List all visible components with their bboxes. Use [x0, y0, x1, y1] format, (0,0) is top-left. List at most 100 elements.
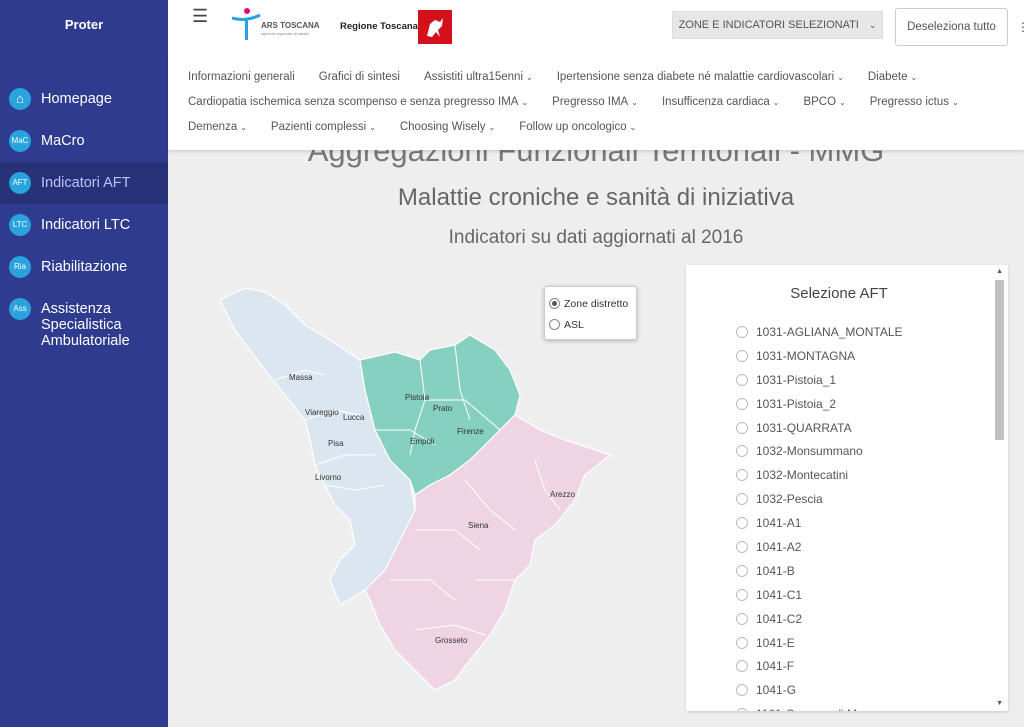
menu-item-ipertensione[interactable]: Ipertensione senza diabete né malattie c… — [557, 71, 844, 83]
chevron-down-icon: ⌄ — [369, 123, 376, 132]
sidebar-item-indicatori-ltc[interactable]: LTC Indicatori LTC — [0, 204, 168, 246]
chevron-down-icon: ⌄ — [629, 123, 637, 132]
scroll-up-icon[interactable]: ▲ — [996, 268, 1003, 275]
aft-option[interactable]: 1032-Montecatini — [736, 463, 903, 487]
map-layer-toggle: Zone distretto ASL — [544, 286, 637, 340]
aft-option-label: 1032-Monsummano — [756, 444, 863, 459]
aft-option[interactable]: 1041-E — [736, 631, 903, 655]
menu-item-cardiopatia[interactable]: Cardiopatia ischemica senza scompenso e … — [188, 96, 528, 108]
radio-unchecked-icon — [736, 493, 748, 506]
sidebar-item-label: Indicatori LTC — [41, 217, 131, 233]
aft-list: 1031-AGLIANA_MONTALE 1031-MONTAGNA 1031-Pi… — [736, 320, 903, 711]
aft-option-label: 1032-Pescia — [756, 492, 823, 507]
top-header: ☰ ARS TOSCANA agenzia regionale di sanit… — [168, 0, 1024, 58]
radio-unchecked-icon — [736, 325, 748, 338]
menu-item-choosing-wisely[interactable]: Choosing Wisely ⌄ — [400, 121, 495, 133]
map-label: Prato — [433, 404, 453, 413]
aft-option[interactable]: 1032-Monsummano — [736, 439, 903, 463]
sidebar-item-homepage[interactable]: ⌂ Homepage — [0, 78, 168, 120]
sidebar-item-macro[interactable]: MaC MaCro — [0, 120, 168, 162]
aft-option[interactable]: 1041-G — [736, 678, 903, 702]
radio-unchecked-icon — [736, 349, 748, 362]
radio-unchecked-icon — [736, 469, 748, 482]
regione-name: Regione Toscana — [340, 21, 418, 32]
aft-option[interactable]: 1031-Pistoia_1 — [736, 368, 903, 392]
aft-option-label: 1031-Pistoia_1 — [756, 372, 837, 387]
menu-item-assistiti[interactable]: Assistiti ultra15enni ⌄ — [424, 71, 533, 83]
menu-item-grafici-di-sintesi[interactable]: Grafici di sintesi — [319, 71, 400, 83]
aft-option-label: 1041-C2 — [756, 611, 803, 626]
radio-unchecked-icon — [736, 660, 748, 673]
aft-option-label: 1041-F — [756, 659, 795, 674]
aft-option[interactable]: 1041-A2 — [736, 535, 903, 559]
radio-asl[interactable]: ASL — [549, 314, 632, 335]
aft-option[interactable]: 1101-Comune di Massa — [736, 702, 903, 711]
menu-item-demenza[interactable]: Demenza ⌄ — [188, 121, 247, 133]
menu-item-pregresso-ima[interactable]: Pregresso IMA ⌄ — [552, 96, 638, 108]
page-subtitle: Malattie croniche e sanità di iniziativa — [397, 184, 795, 211]
sidebar-item-assistenza-specialistica[interactable]: Ass Assistenza Specialistica Ambulatoria… — [0, 288, 168, 359]
aft-option[interactable]: 1031-AGLIANA_MONTALE — [736, 320, 903, 344]
chevron-down-icon: ⌄ — [240, 123, 247, 132]
aft-option-label: 1041-G — [756, 683, 797, 698]
radio-unchecked-icon — [736, 517, 748, 530]
radio-unchecked-icon — [736, 397, 748, 410]
aft-option-label: 1101-Comune di Massa — [756, 707, 883, 711]
aft-option-label: 1041-A1 — [756, 516, 802, 531]
aft-option[interactable]: 1041-C2 — [736, 607, 903, 631]
sidebar-item-label: Homepage — [41, 91, 112, 107]
ars-tagline: agenzia regionale di sanità — [261, 31, 309, 36]
menu-item-pazienti-complessi[interactable]: Pazienti complessi ⌄ — [271, 121, 376, 133]
aft-option[interactable]: 1041-A1 — [736, 511, 903, 535]
zone-indicatori-dropdown[interactable]: ZONE E INDICATORI SELEZIONATI ⌄ — [672, 11, 883, 39]
ria-badge-icon: Ria — [9, 256, 31, 278]
deseleziona-tutto-button[interactable]: Deseleziona tutto — [895, 8, 1008, 46]
sidebar-item-label: Riabilitazione — [41, 259, 128, 275]
aft-option[interactable]: 1031-Pistoia_2 — [736, 392, 903, 416]
radio-zone-distretto[interactable]: Zone distretto — [549, 293, 632, 314]
sidebar-item-indicatori-aft[interactable]: AFT Indicatori AFT — [0, 162, 168, 204]
chevron-down-icon: ⌄ — [910, 73, 918, 82]
menu-item-pregresso-ictus[interactable]: Pregresso ictus ⌄ — [870, 96, 959, 108]
aft-option[interactable]: 1031-MONTAGNA — [736, 344, 903, 368]
map-label: Livorno — [315, 473, 342, 482]
menu-item-bpco[interactable]: BPCO ⌄ — [803, 96, 845, 108]
aft-option[interactable]: 1041-C1 — [736, 583, 903, 607]
sidebar: Proter ⌂ Homepage MaC MaCro AFT Indicato… — [0, 0, 168, 727]
map-label: Viareggio — [305, 408, 339, 417]
scrollbar-thumb[interactable] — [995, 280, 1004, 440]
aft-option-label: 1031-Pistoia_2 — [756, 396, 837, 411]
home-icon: ⌂ — [9, 88, 31, 110]
hamburger-menu-icon[interactable]: ☰ — [192, 6, 208, 27]
tuscany-map[interactable]: Massa Viareggio Lucca Pisa Livorno Pisto… — [215, 280, 635, 700]
chevron-down-icon: ⌄ — [837, 73, 844, 82]
chevron-down-icon: ⌄ — [488, 123, 496, 132]
menu-item-informazioni-generali[interactable]: Informazioni generali — [188, 71, 295, 83]
menu-item-diabete[interactable]: Diabete ⌄ — [868, 71, 917, 83]
radio-checked-icon — [549, 298, 560, 309]
radio-unchecked-icon — [736, 540, 748, 553]
aft-option-label: 1041-C1 — [756, 587, 803, 602]
radio-unchecked-icon — [736, 564, 748, 577]
radio-unchecked-icon — [736, 684, 748, 697]
radio-unchecked-icon — [549, 319, 560, 330]
scroll-down-icon[interactable]: ▼ — [996, 700, 1003, 707]
aft-option-label: 1032-Montecatini — [756, 468, 849, 483]
menu-item-insufficenza-cardiaca[interactable]: Insufficenza cardiaca ⌄ — [662, 96, 780, 108]
aft-option[interactable]: 1041-F — [736, 654, 903, 678]
menu-item-follow-up-oncologico[interactable]: Follow up oncologico ⌄ — [519, 121, 636, 133]
aft-option[interactable]: 1041-B — [736, 559, 903, 583]
app-brand[interactable]: Proter — [0, 0, 168, 50]
aft-selection-panel: Selezione AFT 1031-AGLIANA_MONTALE 1031-M… — [686, 265, 1008, 711]
aft-option[interactable]: 1032-Pescia — [736, 487, 903, 511]
radio-unchecked-icon — [736, 588, 748, 601]
menu-row-2: Cardiopatia ischemica senza scompenso e … — [188, 96, 983, 108]
ltc-badge-icon: LTC — [9, 214, 31, 236]
aft-option[interactable]: 1031-QUARRATA — [736, 416, 903, 440]
radio-unchecked-icon — [736, 445, 748, 458]
chevron-down-icon: ⌄ — [526, 73, 533, 82]
sidebar-item-riabilitazione[interactable]: Ria Riabilitazione — [0, 246, 168, 288]
chevron-down-icon: ⌄ — [631, 98, 638, 107]
map-label: Arezzo — [550, 490, 575, 499]
more-options-icon[interactable]: ⋮ — [1017, 20, 1024, 34]
